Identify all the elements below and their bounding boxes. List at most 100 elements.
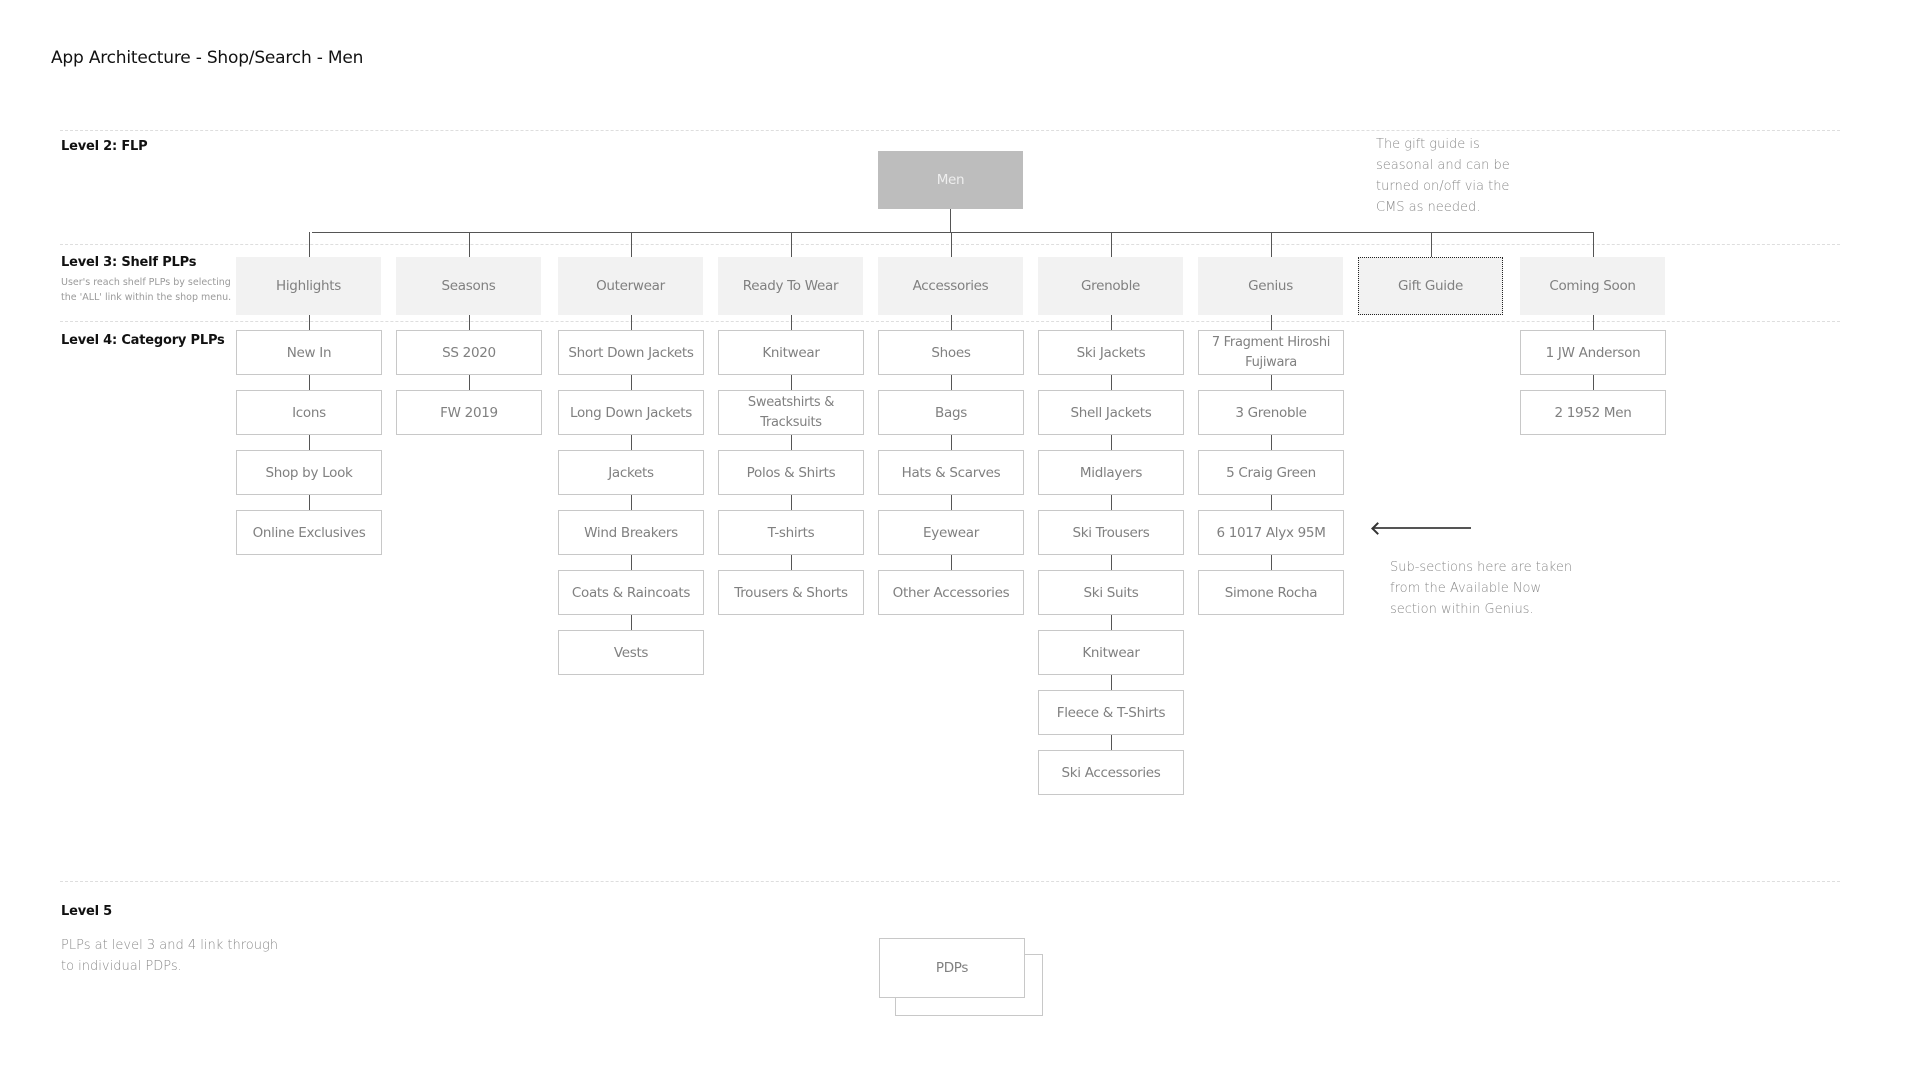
connector <box>1431 232 1432 257</box>
connector <box>1111 615 1112 630</box>
connector <box>1111 555 1112 570</box>
shelf-node-highlights[interactable]: Highlights <box>236 257 381 315</box>
category-node[interactable]: Ski Accessories <box>1038 750 1184 795</box>
connector <box>631 435 632 450</box>
shelf-node-genius[interactable]: Genius <box>1198 257 1343 315</box>
category-label: Wind Breakers <box>584 524 678 541</box>
category-node[interactable]: 6 1017 Alyx 95M <box>1198 510 1344 555</box>
shelf-node-ready-to-wear[interactable]: Ready To Wear <box>718 257 863 315</box>
category-label: 5 Craig Green <box>1226 464 1316 481</box>
shelf-node-outerwear[interactable]: Outerwear <box>558 257 703 315</box>
category-node[interactable]: Knitwear <box>1038 630 1184 675</box>
category-node[interactable]: Long Down Jackets <box>558 390 704 435</box>
category-label: Shop by Look <box>265 464 353 481</box>
category-label: Ski Trousers <box>1072 524 1150 541</box>
level-divider <box>60 881 1840 882</box>
level-4-label: Level 4: Category PLPs <box>61 333 225 348</box>
connector <box>1593 375 1594 390</box>
connector <box>1111 315 1112 330</box>
category-node[interactable]: Simone Rocha <box>1198 570 1344 615</box>
connector <box>1111 735 1112 750</box>
category-label: 3 Grenoble <box>1235 404 1307 421</box>
category-node[interactable]: 7 Fragment Hiroshi Fujiwara <box>1198 330 1344 375</box>
connector <box>791 315 792 330</box>
category-node[interactable]: Vests <box>558 630 704 675</box>
arrow-left-icon <box>1374 527 1471 529</box>
connector <box>631 495 632 510</box>
category-label: Knitwear <box>1082 644 1140 661</box>
connector <box>951 232 952 257</box>
connector <box>469 232 470 257</box>
shelf-label: Gift Guide <box>1398 278 1463 294</box>
category-label: Eyewear <box>923 524 979 541</box>
category-node[interactable]: Knitwear <box>718 330 864 375</box>
category-node[interactable]: 1 JW Anderson <box>1520 330 1666 375</box>
level-divider <box>60 321 1840 322</box>
category-label: Short Down Jackets <box>568 344 694 361</box>
connector <box>1271 435 1272 450</box>
root-label: Men <box>936 172 965 188</box>
shelf-node-coming-soon[interactable]: Coming Soon <box>1520 257 1665 315</box>
category-node[interactable]: Wind Breakers <box>558 510 704 555</box>
category-node[interactable]: Online Exclusives <box>236 510 382 555</box>
category-label: Shell Jackets <box>1070 404 1152 421</box>
shelf-label: Ready To Wear <box>742 278 839 294</box>
shelf-node-gift-guide[interactable]: Gift Guide <box>1358 257 1503 315</box>
category-node[interactable]: Short Down Jackets <box>558 330 704 375</box>
category-node[interactable]: 3 Grenoble <box>1198 390 1344 435</box>
category-node[interactable]: New In <box>236 330 382 375</box>
connector <box>1271 232 1272 257</box>
category-node[interactable]: Icons <box>236 390 382 435</box>
category-label: Sweatshirts & Tracksuits <box>747 394 835 430</box>
category-label: Online Exclusives <box>252 524 366 541</box>
gift-guide-note: The gift guide is seasonal and can be tu… <box>1376 137 1510 215</box>
connector <box>951 555 952 570</box>
root-node-men[interactable]: Men <box>878 151 1023 209</box>
category-node[interactable]: Polos & Shirts <box>718 450 864 495</box>
shelf-node-seasons[interactable]: Seasons <box>396 257 541 315</box>
category-node[interactable]: Midlayers <box>1038 450 1184 495</box>
category-node[interactable]: Ski Suits <box>1038 570 1184 615</box>
category-node[interactable]: SS 2020 <box>396 330 542 375</box>
category-node[interactable]: FW 2019 <box>396 390 542 435</box>
connector <box>631 232 632 257</box>
connector <box>791 232 792 257</box>
category-node[interactable]: Trousers & Shorts <box>718 570 864 615</box>
category-node[interactable]: Hats & Scarves <box>878 450 1024 495</box>
category-node[interactable]: Shop by Look <box>236 450 382 495</box>
category-node[interactable]: Eyewear <box>878 510 1024 555</box>
category-label: T-shirts <box>767 524 815 541</box>
category-label: Knitwear <box>762 344 820 361</box>
level-2-label: Level 2: FLP <box>61 139 148 154</box>
connector <box>469 375 470 390</box>
connector <box>791 555 792 570</box>
category-node[interactable]: Ski Jackets <box>1038 330 1184 375</box>
pdp-node[interactable]: PDPs <box>879 938 1025 998</box>
category-node[interactable]: Other Accessories <box>878 570 1024 615</box>
category-node[interactable]: Jackets <box>558 450 704 495</box>
category-node[interactable]: Fleece & T-Shirts <box>1038 690 1184 735</box>
connector <box>312 232 1593 233</box>
category-node[interactable]: Bags <box>878 390 1024 435</box>
category-label: Ski Accessories <box>1061 764 1161 781</box>
connector <box>631 615 632 630</box>
level-3-description: User's reach shelf PLPs by selecting the… <box>61 277 232 303</box>
level-3-label: Level 3: Shelf PLPs <box>61 255 197 270</box>
category-node[interactable]: T-shirts <box>718 510 864 555</box>
page-title: App Architecture - Shop/Search - Men <box>51 48 364 68</box>
category-node[interactable]: 2 1952 Men <box>1520 390 1666 435</box>
connector <box>309 232 310 257</box>
shelf-label: Accessories <box>912 278 989 294</box>
category-node[interactable]: Ski Trousers <box>1038 510 1184 555</box>
category-node[interactable]: Coats & Raincoats <box>558 570 704 615</box>
category-node[interactable]: 5 Craig Green <box>1198 450 1344 495</box>
shelf-node-accessories[interactable]: Accessories <box>878 257 1023 315</box>
category-node[interactable]: Sweatshirts & Tracksuits <box>718 390 864 435</box>
connector <box>791 375 792 390</box>
shelf-node-grenoble[interactable]: Grenoble <box>1038 257 1183 315</box>
connector <box>631 315 632 330</box>
category-node[interactable]: Shell Jackets <box>1038 390 1184 435</box>
category-label: Other Accessories <box>892 584 1010 601</box>
category-node[interactable]: Shoes <box>878 330 1024 375</box>
category-label: Simone Rocha <box>1224 584 1318 601</box>
